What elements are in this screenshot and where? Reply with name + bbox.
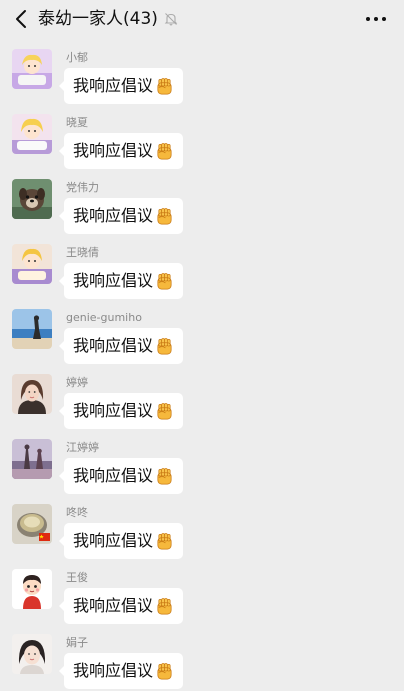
message-text: 我响应倡议 — [73, 206, 154, 225]
message-list[interactable]: 小郁 我响应倡议 晓夏 我响应倡议 党伟力 我响应倡议 王晓倩 我响应倡议 ge… — [0, 38, 404, 691]
message-text: 我响应倡议 — [73, 466, 154, 485]
message-bubble[interactable]: 我响应倡议 — [58, 68, 184, 104]
cartoon-girl-avatar — [12, 114, 52, 154]
avatar[interactable] — [12, 439, 52, 479]
message-item: 婷婷 我响应倡议 — [0, 363, 404, 429]
sender-name: 晓夏 — [66, 116, 88, 129]
raised-fist-emoji — [155, 142, 174, 161]
message-text: 我响应倡议 — [73, 336, 154, 355]
message-text: 我响应倡议 — [73, 76, 154, 95]
bowl-photo-avatar — [12, 504, 52, 544]
message-item: 小郁 我响应倡议 — [0, 38, 404, 104]
avatar[interactable] — [12, 634, 52, 674]
sender-name: 党伟力 — [66, 181, 99, 194]
avatar[interactable] — [12, 374, 52, 414]
message-text: 我响应倡议 — [73, 531, 154, 550]
message-item: 王晓倩 我响应倡议 — [0, 233, 404, 299]
avatar[interactable] — [12, 504, 52, 544]
portrait-photo-avatar — [12, 374, 52, 414]
avatar[interactable] — [12, 114, 52, 154]
message-item: 王俊 我响应倡议 — [0, 558, 404, 624]
cartoon-girl-avatar — [12, 49, 52, 89]
message-text: 我响应倡议 — [73, 596, 154, 615]
message-bubble[interactable]: 我响应倡议 — [58, 588, 184, 624]
message-item: 党伟力 我响应倡议 — [0, 168, 404, 234]
raised-fist-emoji — [155, 662, 174, 681]
avatar[interactable] — [12, 179, 52, 219]
raised-fist-emoji — [155, 207, 174, 226]
message-bubble[interactable]: 我响应倡议 — [58, 198, 184, 234]
portrait-photo-avatar — [12, 634, 52, 674]
message-bubble[interactable]: 我响应倡议 — [58, 393, 184, 429]
raised-fist-emoji — [155, 77, 174, 96]
avatar[interactable] — [12, 309, 52, 349]
chat-title: 泰幼一家人(43) — [38, 9, 158, 29]
message-item: genie-gumiho 我响应倡议 — [0, 298, 404, 364]
raised-fist-emoji — [155, 467, 174, 486]
more-dots-icon[interactable] — [366, 17, 386, 21]
scenery-photo-avatar — [12, 439, 52, 479]
message-bubble[interactable]: 我响应倡议 — [58, 328, 184, 364]
message-text: 我响应倡议 — [73, 401, 154, 420]
sender-name: 小郁 — [66, 51, 88, 64]
sender-name: genie-gumiho — [66, 311, 142, 324]
beach-photo-avatar — [12, 309, 52, 349]
avatar[interactable] — [12, 49, 52, 89]
back-chevron-icon[interactable] — [12, 8, 32, 30]
raised-fist-emoji — [155, 337, 174, 356]
message-text: 我响应倡议 — [73, 271, 154, 290]
message-text: 我响应倡议 — [73, 141, 154, 160]
avatar[interactable] — [12, 569, 52, 609]
sender-name: 娟子 — [66, 636, 88, 649]
message-item: 咚咚 我响应倡议 — [0, 493, 404, 559]
dog-photo-avatar — [12, 179, 52, 219]
message-item: 娟子 我响应倡议 — [0, 623, 404, 689]
raised-fist-emoji — [155, 532, 174, 551]
avatar[interactable] — [12, 244, 52, 284]
raised-fist-emoji — [155, 272, 174, 291]
message-text: 我响应倡议 — [73, 661, 154, 680]
sender-name: 王俊 — [66, 571, 88, 584]
message-bubble[interactable]: 我响应倡议 — [58, 653, 184, 689]
mute-bell-icon — [164, 13, 178, 26]
sender-name: 江婷婷 — [66, 441, 99, 454]
sender-name: 婷婷 — [66, 376, 88, 389]
message-item: 江婷婷 我响应倡议 — [0, 428, 404, 494]
cartoon-kid-avatar — [12, 569, 52, 609]
message-item: 晓夏 我响应倡议 — [0, 103, 404, 169]
message-bubble[interactable]: 我响应倡议 — [58, 458, 184, 494]
chat-header: 泰幼一家人(43) — [0, 0, 404, 38]
raised-fist-emoji — [155, 402, 174, 421]
sender-name: 王晓倩 — [66, 246, 99, 259]
sender-name: 咚咚 — [66, 506, 88, 519]
message-bubble[interactable]: 我响应倡议 — [58, 133, 184, 169]
message-bubble[interactable]: 我响应倡议 — [58, 263, 184, 299]
cartoon-girl-avatar — [12, 244, 52, 284]
message-bubble[interactable]: 我响应倡议 — [58, 523, 184, 559]
raised-fist-emoji — [155, 597, 174, 616]
